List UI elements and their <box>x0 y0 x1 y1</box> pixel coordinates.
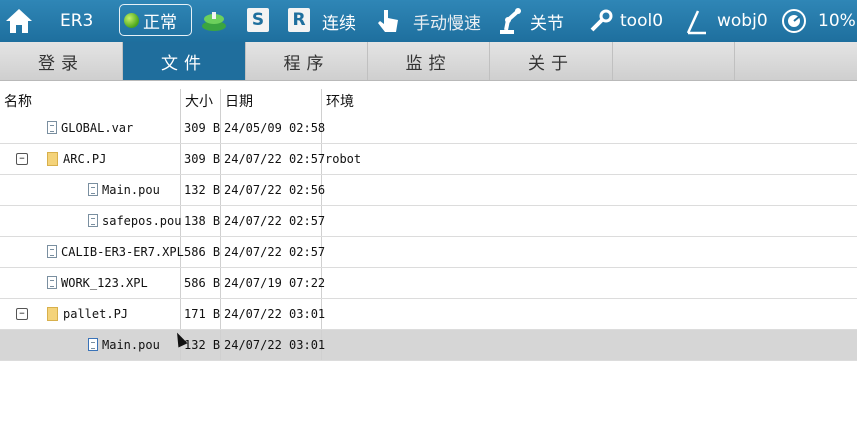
file-icon <box>47 121 57 134</box>
file-name: ARC.PJ <box>63 152 107 166</box>
status-dot-icon <box>124 12 139 28</box>
size-cell: 132 B <box>181 175 221 205</box>
folder-icon <box>47 152 58 166</box>
name-cell: − pallet.PJ <box>0 299 181 329</box>
date-cell: 24/07/22 02:57 <box>221 237 325 267</box>
date-cell: 24/07/22 03:01 <box>221 299 325 329</box>
table-row[interactable]: − pallet.PJ 171 B 24/07/22 03:01 <box>0 299 857 330</box>
date-cell: 24/07/22 02:57 <box>221 206 325 236</box>
env-cell <box>322 206 857 236</box>
tool-label[interactable]: tool0 <box>620 0 663 42</box>
column-header-name[interactable]: 名称 <box>0 89 181 113</box>
name-cell: − ARC.PJ <box>0 144 181 174</box>
table-row[interactable]: − ARC.PJ 309 B 24/07/22 02:57 robot <box>0 144 857 175</box>
date-cell: 24/05/09 02:58 <box>221 113 325 143</box>
robot-arm-icon[interactable] <box>497 0 523 42</box>
r-mode-button[interactable]: R <box>288 8 310 32</box>
name-cell: safepos.pou <box>0 206 181 236</box>
status-label: 正常 <box>143 12 177 33</box>
date-cell: 24/07/19 07:22 <box>221 268 325 298</box>
file-table-header: 名称 大小 日期 环境 <box>0 89 857 113</box>
file-name: safepos.pou <box>102 214 182 228</box>
env-cell: robot <box>325 152 362 166</box>
run-mode-label[interactable]: 连续 <box>322 0 356 42</box>
size-cell: 171 B <box>181 299 221 329</box>
speed-label[interactable]: 10% <box>818 0 856 42</box>
name-cell: CALIB-ER3-ER7.XPL <box>0 237 184 267</box>
date-cell: 24/07/22 03:01 <box>221 330 325 360</box>
env-cell <box>322 175 857 205</box>
file-icon <box>47 245 57 258</box>
wrench-icon[interactable] <box>588 0 614 42</box>
coordinate-mode-label[interactable]: 关节 <box>530 0 564 42</box>
wobj-label[interactable]: wobj0 <box>717 0 768 42</box>
size-cell: 132 B <box>181 330 221 360</box>
table-row[interactable]: Main.pou 132 B 24/07/22 02:56 <box>0 175 857 206</box>
tab-empty-1 <box>613 42 735 80</box>
collapse-icon[interactable]: − <box>16 153 28 165</box>
column-header-date[interactable]: 日期 <box>221 89 322 113</box>
file-icon <box>88 338 98 351</box>
table-row[interactable]: GLOBAL.var 309 B 24/05/09 02:58 <box>0 113 857 144</box>
table-row[interactable]: safepos.pou 138 B 24/07/22 02:57 <box>0 206 857 237</box>
column-header-size[interactable]: 大小 <box>181 89 221 113</box>
file-name: Main.pou <box>102 338 160 352</box>
size-cell: 586 B <box>181 268 221 298</box>
file-name: GLOBAL.var <box>61 121 134 135</box>
size-cell: 309 B <box>181 144 221 174</box>
env-cell <box>322 237 857 267</box>
wobj-axis-icon[interactable] <box>684 0 710 42</box>
servo-icon[interactable] <box>200 0 228 42</box>
tab-login[interactable]: 登录 <box>0 42 123 80</box>
file-name: CALIB-ER3-ER7.XPL <box>61 245 184 259</box>
date-cell: 24/07/22 02:56 <box>221 175 325 205</box>
file-name: WORK_123.XPL <box>61 276 148 290</box>
status-indicator[interactable]: 正常 <box>119 4 192 36</box>
top-status-bar: ER3 正常 S R 连续 手动慢速 关节 tool0 wobj0 10% <box>0 0 857 42</box>
hand-jog-icon[interactable] <box>374 0 402 42</box>
file-name: Main.pou <box>102 183 160 197</box>
date-cell: 24/07/22 02:57 <box>221 144 325 174</box>
collapse-icon[interactable]: − <box>16 308 28 320</box>
tab-file[interactable]: 文件 <box>123 42 246 80</box>
tab-program[interactable]: 程序 <box>246 42 368 80</box>
name-cell: GLOBAL.var <box>0 113 181 143</box>
s-mode-button[interactable]: S <box>247 8 269 32</box>
env-cell <box>322 299 857 329</box>
env-cell <box>322 113 857 143</box>
tab-monitor[interactable]: 监控 <box>368 42 490 80</box>
main-menu-bar: 登录 文件 程序 监控 关于 <box>0 42 857 81</box>
tab-about[interactable]: 关于 <box>490 42 613 80</box>
size-cell: 138 B <box>181 206 221 236</box>
name-cell: Main.pou <box>0 175 181 205</box>
env-cell <box>322 330 857 360</box>
tab-empty-2 <box>735 42 857 80</box>
column-header-env[interactable]: 环境 <box>322 89 857 113</box>
folder-icon <box>47 307 58 321</box>
robot-model-label: ER3 <box>60 11 94 31</box>
jog-mode-label[interactable]: 手动慢速 <box>413 0 481 42</box>
name-cell: Main.pou <box>0 330 181 360</box>
size-cell: 309 B <box>181 113 221 143</box>
home-icon[interactable] <box>4 0 34 42</box>
table-row[interactable]: WORK_123.XPL 586 B 24/07/19 07:22 <box>0 268 857 299</box>
name-cell: WORK_123.XPL <box>0 268 181 298</box>
file-name: pallet.PJ <box>63 307 129 321</box>
file-icon <box>88 214 98 227</box>
file-icon <box>88 183 98 196</box>
table-row[interactable]: CALIB-ER3-ER7.XPL 586 B 24/07/22 02:57 <box>0 237 857 268</box>
table-row-selected[interactable]: Main.pou 132 B 24/07/22 03:01 <box>0 330 857 361</box>
file-icon <box>47 276 57 289</box>
env-cell <box>322 268 857 298</box>
speed-gauge-icon[interactable] <box>781 0 807 42</box>
size-cell: 586 B <box>181 237 221 267</box>
